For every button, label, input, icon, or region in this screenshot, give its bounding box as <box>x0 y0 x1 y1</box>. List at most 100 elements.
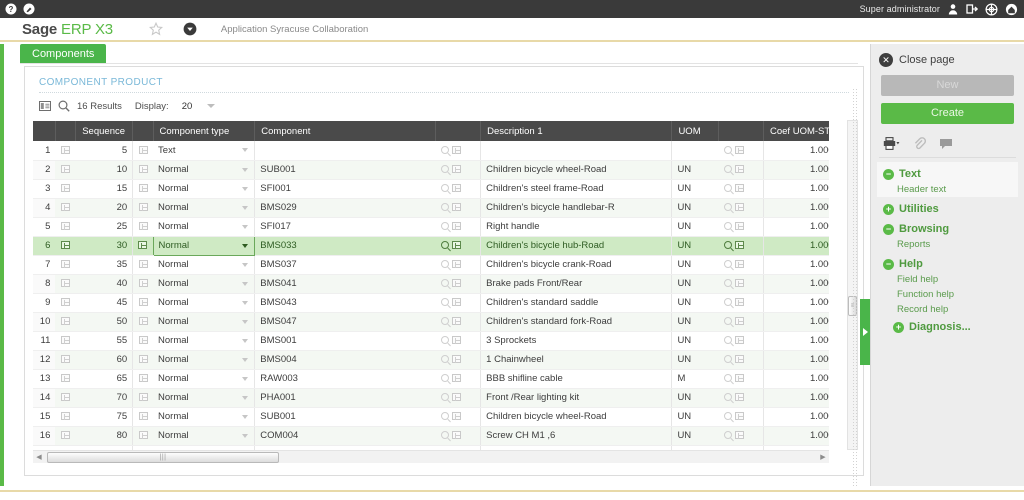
coef-uom-stk-cell[interactable]: 1.000000 <box>763 274 829 294</box>
uom-lookup-cell[interactable] <box>718 255 764 275</box>
row-detail-icon[interactable] <box>61 241 71 250</box>
row-expand-button[interactable] <box>55 217 76 237</box>
sequence-cell[interactable]: 25 <box>75 217 134 237</box>
chevron-down-icon[interactable] <box>242 338 249 343</box>
row-detail-icon[interactable] <box>61 317 71 326</box>
sequence-cell[interactable]: 20 <box>75 198 134 218</box>
uom-lookup-cell[interactable] <box>718 293 764 313</box>
uom-cell[interactable]: UN <box>671 426 719 446</box>
col-uom-tool[interactable] <box>718 121 764 141</box>
sequence-cell[interactable]: 80 <box>75 426 134 446</box>
uom-cell[interactable]: UN <box>671 160 719 180</box>
sequence-detail-icon[interactable] <box>138 298 148 307</box>
sequence-cell[interactable]: 30 <box>75 236 134 256</box>
row-detail-icon[interactable] <box>61 374 71 383</box>
uom-detail-icon[interactable] <box>734 355 744 364</box>
chevron-down-icon[interactable] <box>242 167 249 172</box>
user-icon[interactable] <box>947 3 959 15</box>
search-icon[interactable] <box>440 165 449 174</box>
uom-cell[interactable]: UN <box>671 274 719 294</box>
sequence-tool-button[interactable] <box>132 293 154 313</box>
sequence-detail-icon[interactable] <box>138 431 148 440</box>
row-expand-button[interactable] <box>55 255 76 275</box>
uom-detail-icon[interactable] <box>734 393 744 402</box>
chevron-down-icon[interactable] <box>242 186 249 191</box>
component-cell[interactable]: BMS001 <box>254 331 436 351</box>
search-icon[interactable] <box>440 355 449 364</box>
component-detail-icon[interactable] <box>451 184 461 193</box>
component-cell[interactable]: BMS004 <box>254 350 436 370</box>
component-lookup-cell[interactable] <box>435 198 482 218</box>
table-row[interactable]: 3 15 Normal SFI001 Children's steel frame-Ro… <box>33 179 829 199</box>
uom-detail-icon[interactable] <box>734 184 744 193</box>
component-type-cell[interactable]: Normal <box>153 312 256 332</box>
uom-lookup-cell[interactable] <box>718 312 764 332</box>
sequence-tool-button[interactable] <box>132 350 154 370</box>
chevron-down-icon[interactable] <box>242 395 249 400</box>
sidebar-item-record-help[interactable]: Record help <box>883 302 1024 317</box>
row-index-cell[interactable]: 4 <box>33 198 56 218</box>
row-index-cell[interactable]: 7 <box>33 255 56 275</box>
row-index-cell[interactable]: 11 <box>33 331 56 351</box>
create-button[interactable]: Create <box>881 103 1014 124</box>
row-expand-button[interactable] <box>55 388 76 408</box>
search-icon[interactable] <box>723 431 732 440</box>
sequence-tool-button[interactable] <box>132 198 154 218</box>
sidebar-item-function-help[interactable]: Function help <box>883 287 1024 302</box>
sequence-tool-button[interactable] <box>132 388 154 408</box>
component-cell[interactable]: COM004 <box>254 426 436 446</box>
sidebar-collapse-handle[interactable] <box>860 299 870 365</box>
uom-lookup-cell[interactable] <box>718 160 764 180</box>
uom-cell[interactable]: UN <box>671 350 719 370</box>
description-cell[interactable]: Children bicycle wheel-Road <box>480 160 673 180</box>
coef-uom-stk-cell[interactable]: 1.000000 <box>763 312 829 332</box>
component-detail-icon[interactable] <box>451 279 461 288</box>
hscroll-track[interactable]: ||| <box>45 451 817 463</box>
row-index-cell[interactable]: 10 <box>33 312 56 332</box>
sidebar-item-header-text[interactable]: Header text <box>883 182 1018 197</box>
row-index-cell[interactable]: 9 <box>33 293 56 313</box>
component-detail-icon[interactable] <box>451 298 461 307</box>
table-row[interactable]: 7 35 Normal BMS037 Children's bicycle crank-… <box>33 255 829 275</box>
description-cell[interactable]: Front /Rear lighting kit <box>480 388 673 408</box>
search-icon[interactable] <box>440 374 449 383</box>
table-row[interactable]: 4 20 Normal BMS029 Children's bicycle handle… <box>33 198 829 218</box>
row-detail-icon[interactable] <box>61 222 71 231</box>
uom-detail-icon[interactable] <box>734 412 744 421</box>
sequence-cell[interactable]: 75 <box>75 407 134 427</box>
sequence-tool-button[interactable] <box>132 426 154 446</box>
uom-lookup-cell[interactable] <box>718 217 764 237</box>
row-index-cell[interactable]: 16 <box>33 426 56 446</box>
uom-lookup-cell[interactable] <box>718 331 764 351</box>
col-rowtool[interactable] <box>55 121 77 141</box>
row-detail-icon[interactable] <box>61 412 71 421</box>
sequence-detail-icon[interactable] <box>138 165 148 174</box>
search-icon[interactable] <box>723 184 732 193</box>
description-cell[interactable]: 3 Sprockets <box>480 331 673 351</box>
description-cell[interactable]: Children's bicycle hub-Road <box>480 236 673 256</box>
uom-cell[interactable]: UN <box>671 407 719 427</box>
search-icon[interactable] <box>723 146 732 155</box>
sequence-tool-button[interactable] <box>132 179 154 199</box>
search-icon[interactable] <box>723 298 732 307</box>
row-expand-button[interactable] <box>55 236 76 256</box>
description-cell[interactable] <box>480 141 673 161</box>
component-lookup-cell[interactable] <box>435 236 482 256</box>
component-detail-icon[interactable] <box>451 374 461 383</box>
component-lookup-cell[interactable] <box>435 312 482 332</box>
search-icon[interactable] <box>440 146 449 155</box>
sequence-tool-button[interactable] <box>132 407 154 427</box>
row-index-cell[interactable]: 3 <box>33 179 56 199</box>
table-row[interactable]: 15 75 Normal SUB001 Children bicycle wheel-R… <box>33 407 829 427</box>
uom-cell[interactable]: M <box>671 369 719 389</box>
section-header-utilities[interactable]: + Utilities <box>883 197 1024 217</box>
search-icon[interactable] <box>440 393 449 402</box>
component-lookup-cell[interactable] <box>435 293 482 313</box>
sequence-tool-button[interactable] <box>132 255 154 275</box>
uom-lookup-cell[interactable] <box>718 141 764 161</box>
component-cell[interactable]: SUB001 <box>254 160 436 180</box>
col-component-type[interactable]: Component type <box>153 121 256 141</box>
chevron-down-icon[interactable] <box>242 148 249 152</box>
uom-cell[interactable]: UN <box>671 198 719 218</box>
component-lookup-cell[interactable] <box>435 369 482 389</box>
